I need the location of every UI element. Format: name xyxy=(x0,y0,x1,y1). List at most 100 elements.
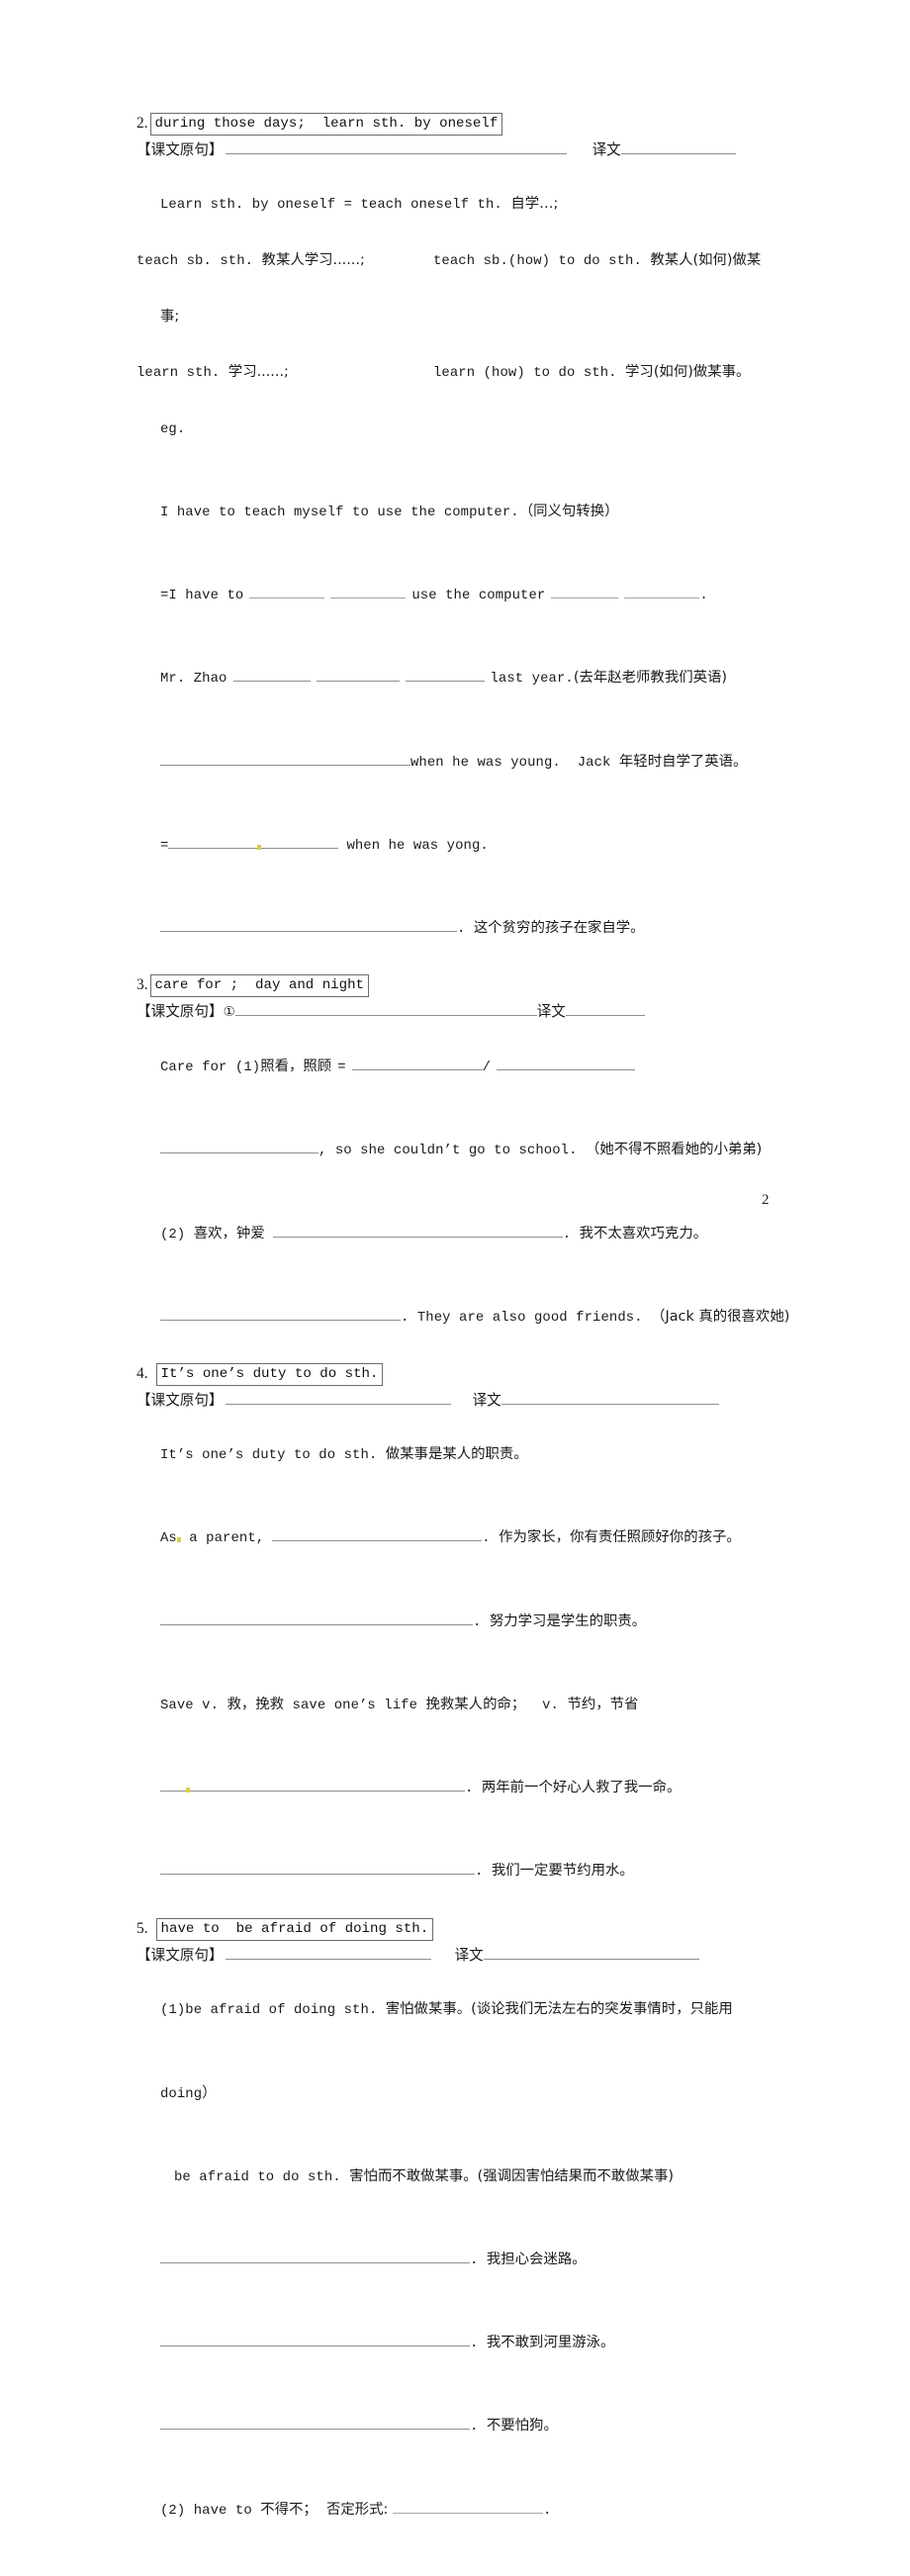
translation-label: 译文 xyxy=(455,1942,484,1969)
item-heading-4: 4. It’s one’s duty to do sth. xyxy=(136,1363,801,1386)
en-text: when he was young. Jack xyxy=(410,755,619,771)
blank-rule[interactable] xyxy=(566,1002,645,1016)
en-text: be afraid to do sth. xyxy=(174,2169,349,2185)
en-text: a parent, xyxy=(181,1530,264,1546)
source-sentence-line-4: 【课文原句】 译文 xyxy=(136,1387,801,1414)
blank-rule[interactable] xyxy=(272,1527,482,1541)
document-body: 2. during those days; learn sth. by ones… xyxy=(136,111,801,2576)
text-line-blanks: when he was young. Jack 年轻时自学了英语。 xyxy=(136,720,801,803)
zh-text: 真的很喜欢她) xyxy=(698,1309,789,1325)
source-sentence-label: 【课文原句】 xyxy=(136,1387,224,1414)
text-line-blanks: . 这个贫穷的孩子在家自学。 xyxy=(136,887,801,970)
blank-rule[interactable] xyxy=(261,835,338,849)
text-line-blanks: Mr. Zhao last year.(去年赵老师教我们英语) xyxy=(136,637,801,720)
zh-text: 节约，节省 xyxy=(567,1697,638,1712)
text-line-blanks: =when he was yong. xyxy=(136,803,801,886)
text-line-blanks: As a parent,. 作为家长，你有责任照顾好你的孩子。 xyxy=(136,1497,801,1580)
zh-text: (去年赵老师教我们英语) xyxy=(574,670,727,686)
blank-rule[interactable] xyxy=(160,752,410,766)
blank-rule[interactable] xyxy=(501,1391,719,1405)
blank-rule[interactable] xyxy=(406,668,485,682)
text-line-blanks: . 我不敢到河里游泳。 xyxy=(136,2302,801,2385)
translation-label: 译文 xyxy=(592,137,621,163)
text-line-blanks: . 两年前一个好心人救了我一命。 xyxy=(136,1747,801,1830)
blank-rule[interactable] xyxy=(393,2500,543,2514)
page-number: 2 xyxy=(762,1192,770,1209)
en-text: . xyxy=(699,588,707,603)
text-line: be afraid to do sth. 害怕而不敢做某事。(强调因害怕结果而不… xyxy=(136,2135,801,2218)
blank-rule[interactable] xyxy=(160,2250,470,2263)
zh-text: 我不敢到河里游泳。 xyxy=(487,2335,615,2350)
zh-text: 害怕做某事。(谈论我们无法左右的突发事情时，只能用 xyxy=(386,2001,733,2017)
blank-rule[interactable] xyxy=(484,1946,699,1960)
col-left: learn sth. 学习......; xyxy=(136,358,433,387)
text-line: eg. xyxy=(136,387,801,470)
blank-rule[interactable] xyxy=(168,835,257,849)
en-text: learn (how) to do sth. xyxy=(433,365,625,381)
blank-rule[interactable] xyxy=(497,1057,635,1070)
blank-rule[interactable] xyxy=(233,668,311,682)
blank-rule[interactable] xyxy=(160,1861,475,1875)
en-text: teach sb. sth. xyxy=(136,253,262,269)
zh-text: 年轻时自学了英语。 xyxy=(619,754,748,770)
text-line-blanks: . 我担心会迷路。 xyxy=(136,2219,801,2302)
highlight-speck xyxy=(177,1537,181,1542)
zh-text: （同义句转换） xyxy=(519,504,619,519)
text-line-blanks: . They are also good friends. （Jack 真的很喜… xyxy=(136,1275,801,1358)
blank-rule[interactable] xyxy=(226,1946,431,1960)
blank-rule[interactable] xyxy=(352,1057,483,1070)
en-text: =I have to xyxy=(160,588,243,603)
blank-rule[interactable] xyxy=(160,2416,470,2430)
translation-label: 译文 xyxy=(473,1387,501,1414)
text-line: It’s one’s duty to do sth. 做某事是某人的职责。 xyxy=(136,1414,801,1497)
en-text: Mr. Zhao xyxy=(160,671,228,687)
zh-text: 学习(如何)做某事。 xyxy=(625,364,750,380)
blank-rule[interactable] xyxy=(317,668,400,682)
blank-rule[interactable] xyxy=(330,585,406,598)
blank-rule[interactable] xyxy=(621,140,736,154)
text-line: doing） xyxy=(136,2052,801,2135)
en-text: (1)be afraid of doing sth. xyxy=(160,2002,386,2018)
text-line: (1)be afraid of doing sth. 害怕做某事。(谈论我们无法… xyxy=(136,1969,801,2052)
blank-rule[interactable] xyxy=(624,585,699,598)
blank-rule[interactable] xyxy=(190,1778,465,1792)
zh-text: 事; xyxy=(160,309,179,324)
en-text: Care for (1) xyxy=(160,1059,260,1075)
item-heading-2: 2. during those days; learn sth. by ones… xyxy=(136,113,801,136)
en-text: . xyxy=(457,921,474,937)
blank-rule[interactable] xyxy=(273,1224,563,1238)
blank-rule[interactable] xyxy=(160,1778,186,1792)
col-left: teach sb. sth. 教某人学习......; xyxy=(136,246,433,275)
blank-rule[interactable] xyxy=(551,585,618,598)
zh-text: 救，挽救 xyxy=(228,1697,285,1712)
blank-rule[interactable] xyxy=(226,140,567,154)
highlight-speck xyxy=(257,845,261,850)
en-text: / xyxy=(483,1059,491,1075)
en-text: = xyxy=(160,838,168,854)
blank-rule[interactable] xyxy=(160,1611,473,1625)
item-heading-5: 5. have to be afraid of doing sth. xyxy=(136,1918,801,1941)
blank-rule[interactable] xyxy=(226,1391,451,1405)
en-text: last year. xyxy=(491,671,574,687)
text-line-two-col: teach sb. sth. 教某人学习......; teach sb.(ho… xyxy=(136,246,801,275)
blank-rule[interactable] xyxy=(160,1307,401,1321)
text-line-blanks: (2) 喜欢，钟爱. 我不太喜欢巧克力。 xyxy=(136,1192,801,1275)
blank-rule[interactable] xyxy=(160,918,457,932)
en-text: Save v. xyxy=(160,1698,228,1713)
item-number-2: 2. xyxy=(136,113,150,135)
en-text: (2) xyxy=(160,1227,194,1242)
en-text: save one’s life xyxy=(284,1698,425,1713)
zh-text: 否定形式: xyxy=(318,2502,393,2518)
item-phrase-box-2: during those days; learn sth. by oneself xyxy=(150,113,503,136)
zh-text: 自学…; xyxy=(510,196,558,212)
blank-rule[interactable] xyxy=(160,1140,318,1153)
blank-rule[interactable] xyxy=(160,2333,470,2346)
item-number-5: 5. xyxy=(136,1918,156,1940)
zh-text: 不得不； xyxy=(260,2502,318,2518)
blank-rule[interactable] xyxy=(249,585,324,598)
text-line-blanks: . 不要怕狗。 xyxy=(136,2385,801,2468)
zh-text: 挽救某人的命； xyxy=(426,1697,526,1712)
en-text: , so she couldn’t go to school. xyxy=(318,1143,586,1158)
en-text: = xyxy=(337,1059,345,1075)
blank-rule[interactable] xyxy=(235,1002,537,1016)
